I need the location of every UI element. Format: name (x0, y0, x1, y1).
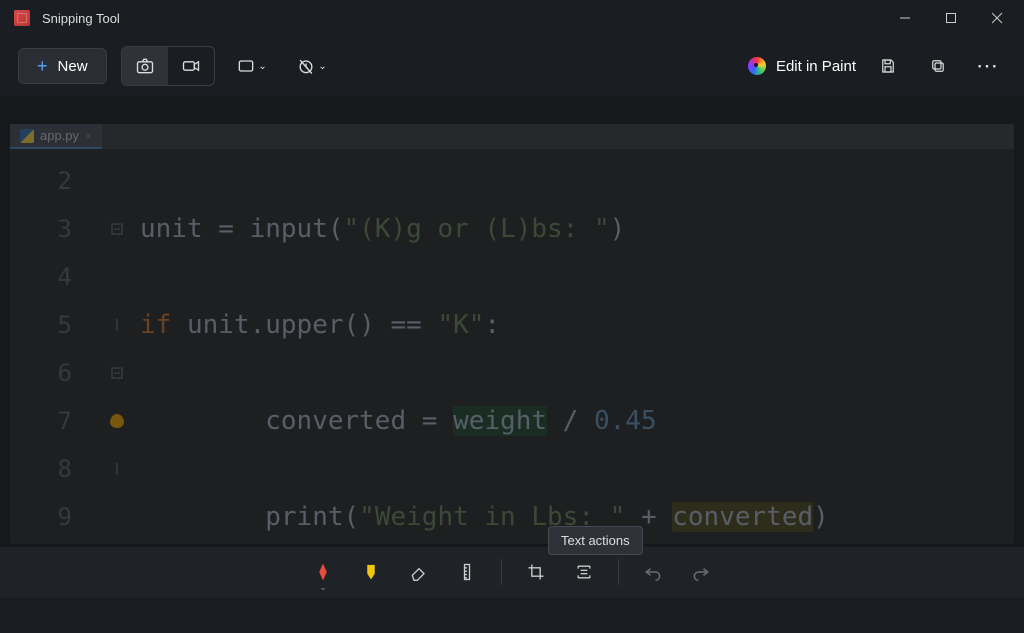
line-number: 5 (10, 301, 72, 349)
close-button[interactable] (974, 0, 1020, 36)
divider (501, 559, 502, 585)
python-file-icon (20, 129, 34, 143)
app-icon (14, 10, 30, 26)
fold-line (102, 445, 132, 493)
chevron-down-icon: ⌄ (318, 61, 326, 72)
line-number: 6 (10, 349, 72, 397)
minimize-button[interactable] (882, 0, 928, 36)
video-mode-button[interactable] (168, 47, 214, 85)
camera-mode-button[interactable] (122, 47, 168, 85)
fold-marker[interactable] (102, 205, 132, 253)
gutter-markers (102, 149, 132, 544)
window-title: Snipping Tool (42, 11, 120, 26)
code-text: unit = input("(K)g or (L)bs: ") if unit.… (132, 149, 1014, 544)
fold-marker[interactable] (102, 349, 132, 397)
edit-in-paint-label: Edit in Paint (776, 58, 856, 75)
editor-tab-row: app.py × (10, 124, 1014, 149)
undo-button[interactable] (631, 550, 675, 594)
chevron-down-icon: ⌄ (319, 582, 327, 593)
new-button-label: New (58, 58, 88, 75)
line-number: 4 (10, 253, 72, 301)
delay-button[interactable]: ⌄ (289, 47, 335, 85)
pen-tool-button[interactable]: ⌄ (301, 550, 345, 594)
divider (618, 559, 619, 585)
capture-mode-group (121, 46, 215, 86)
tab-filename: app.py (40, 128, 79, 143)
titlebar: Snipping Tool (0, 0, 1024, 36)
line-number: 3 (10, 205, 72, 253)
chevron-down-icon: ⌄ (258, 61, 266, 72)
code-editor: app.py × 2 3 4 5 6 7 8 9 (10, 124, 1014, 544)
paint-icon (748, 57, 766, 75)
new-button[interactable]: + New (18, 48, 107, 84)
code-body: 2 3 4 5 6 7 8 9 (10, 149, 1014, 544)
line-number: 2 (10, 157, 72, 205)
line-number: 7 (10, 397, 72, 445)
intention-bulb-icon[interactable] (102, 397, 132, 445)
save-button[interactable] (870, 48, 906, 84)
bottom-toolbar: ⌄ (0, 547, 1024, 597)
close-tab-icon[interactable]: × (85, 129, 92, 143)
highlighter-tool-button[interactable] (349, 550, 393, 594)
more-button[interactable]: ⋯ (970, 48, 1006, 84)
ellipsis-icon: ⋯ (976, 53, 1000, 79)
redo-button[interactable] (679, 550, 723, 594)
editor-tab[interactable]: app.py × (10, 124, 102, 149)
tooltip-text-actions: Text actions (548, 526, 643, 555)
ruler-tool-button[interactable] (445, 550, 489, 594)
plus-icon: + (37, 57, 48, 75)
eraser-tool-button[interactable] (397, 550, 441, 594)
crop-tool-button[interactable] (514, 550, 558, 594)
main-toolbar: + New ⌄ ⌄ Edit in Paint ⋯ (0, 36, 1024, 96)
captured-screenshot[interactable]: app.py × 2 3 4 5 6 7 8 9 (10, 124, 1014, 544)
copy-button[interactable] (920, 48, 956, 84)
line-number-gutter: 2 3 4 5 6 7 8 9 (10, 149, 102, 544)
canvas-area: app.py × 2 3 4 5 6 7 8 9 (0, 96, 1024, 547)
line-number: 8 (10, 445, 72, 493)
maximize-button[interactable] (928, 0, 974, 36)
text-actions-button[interactable] (562, 550, 606, 594)
fold-line (102, 301, 132, 349)
snip-shape-button[interactable]: ⌄ (229, 47, 275, 85)
line-number: 9 (10, 493, 72, 541)
edit-in-paint-button[interactable]: Edit in Paint (748, 57, 856, 75)
